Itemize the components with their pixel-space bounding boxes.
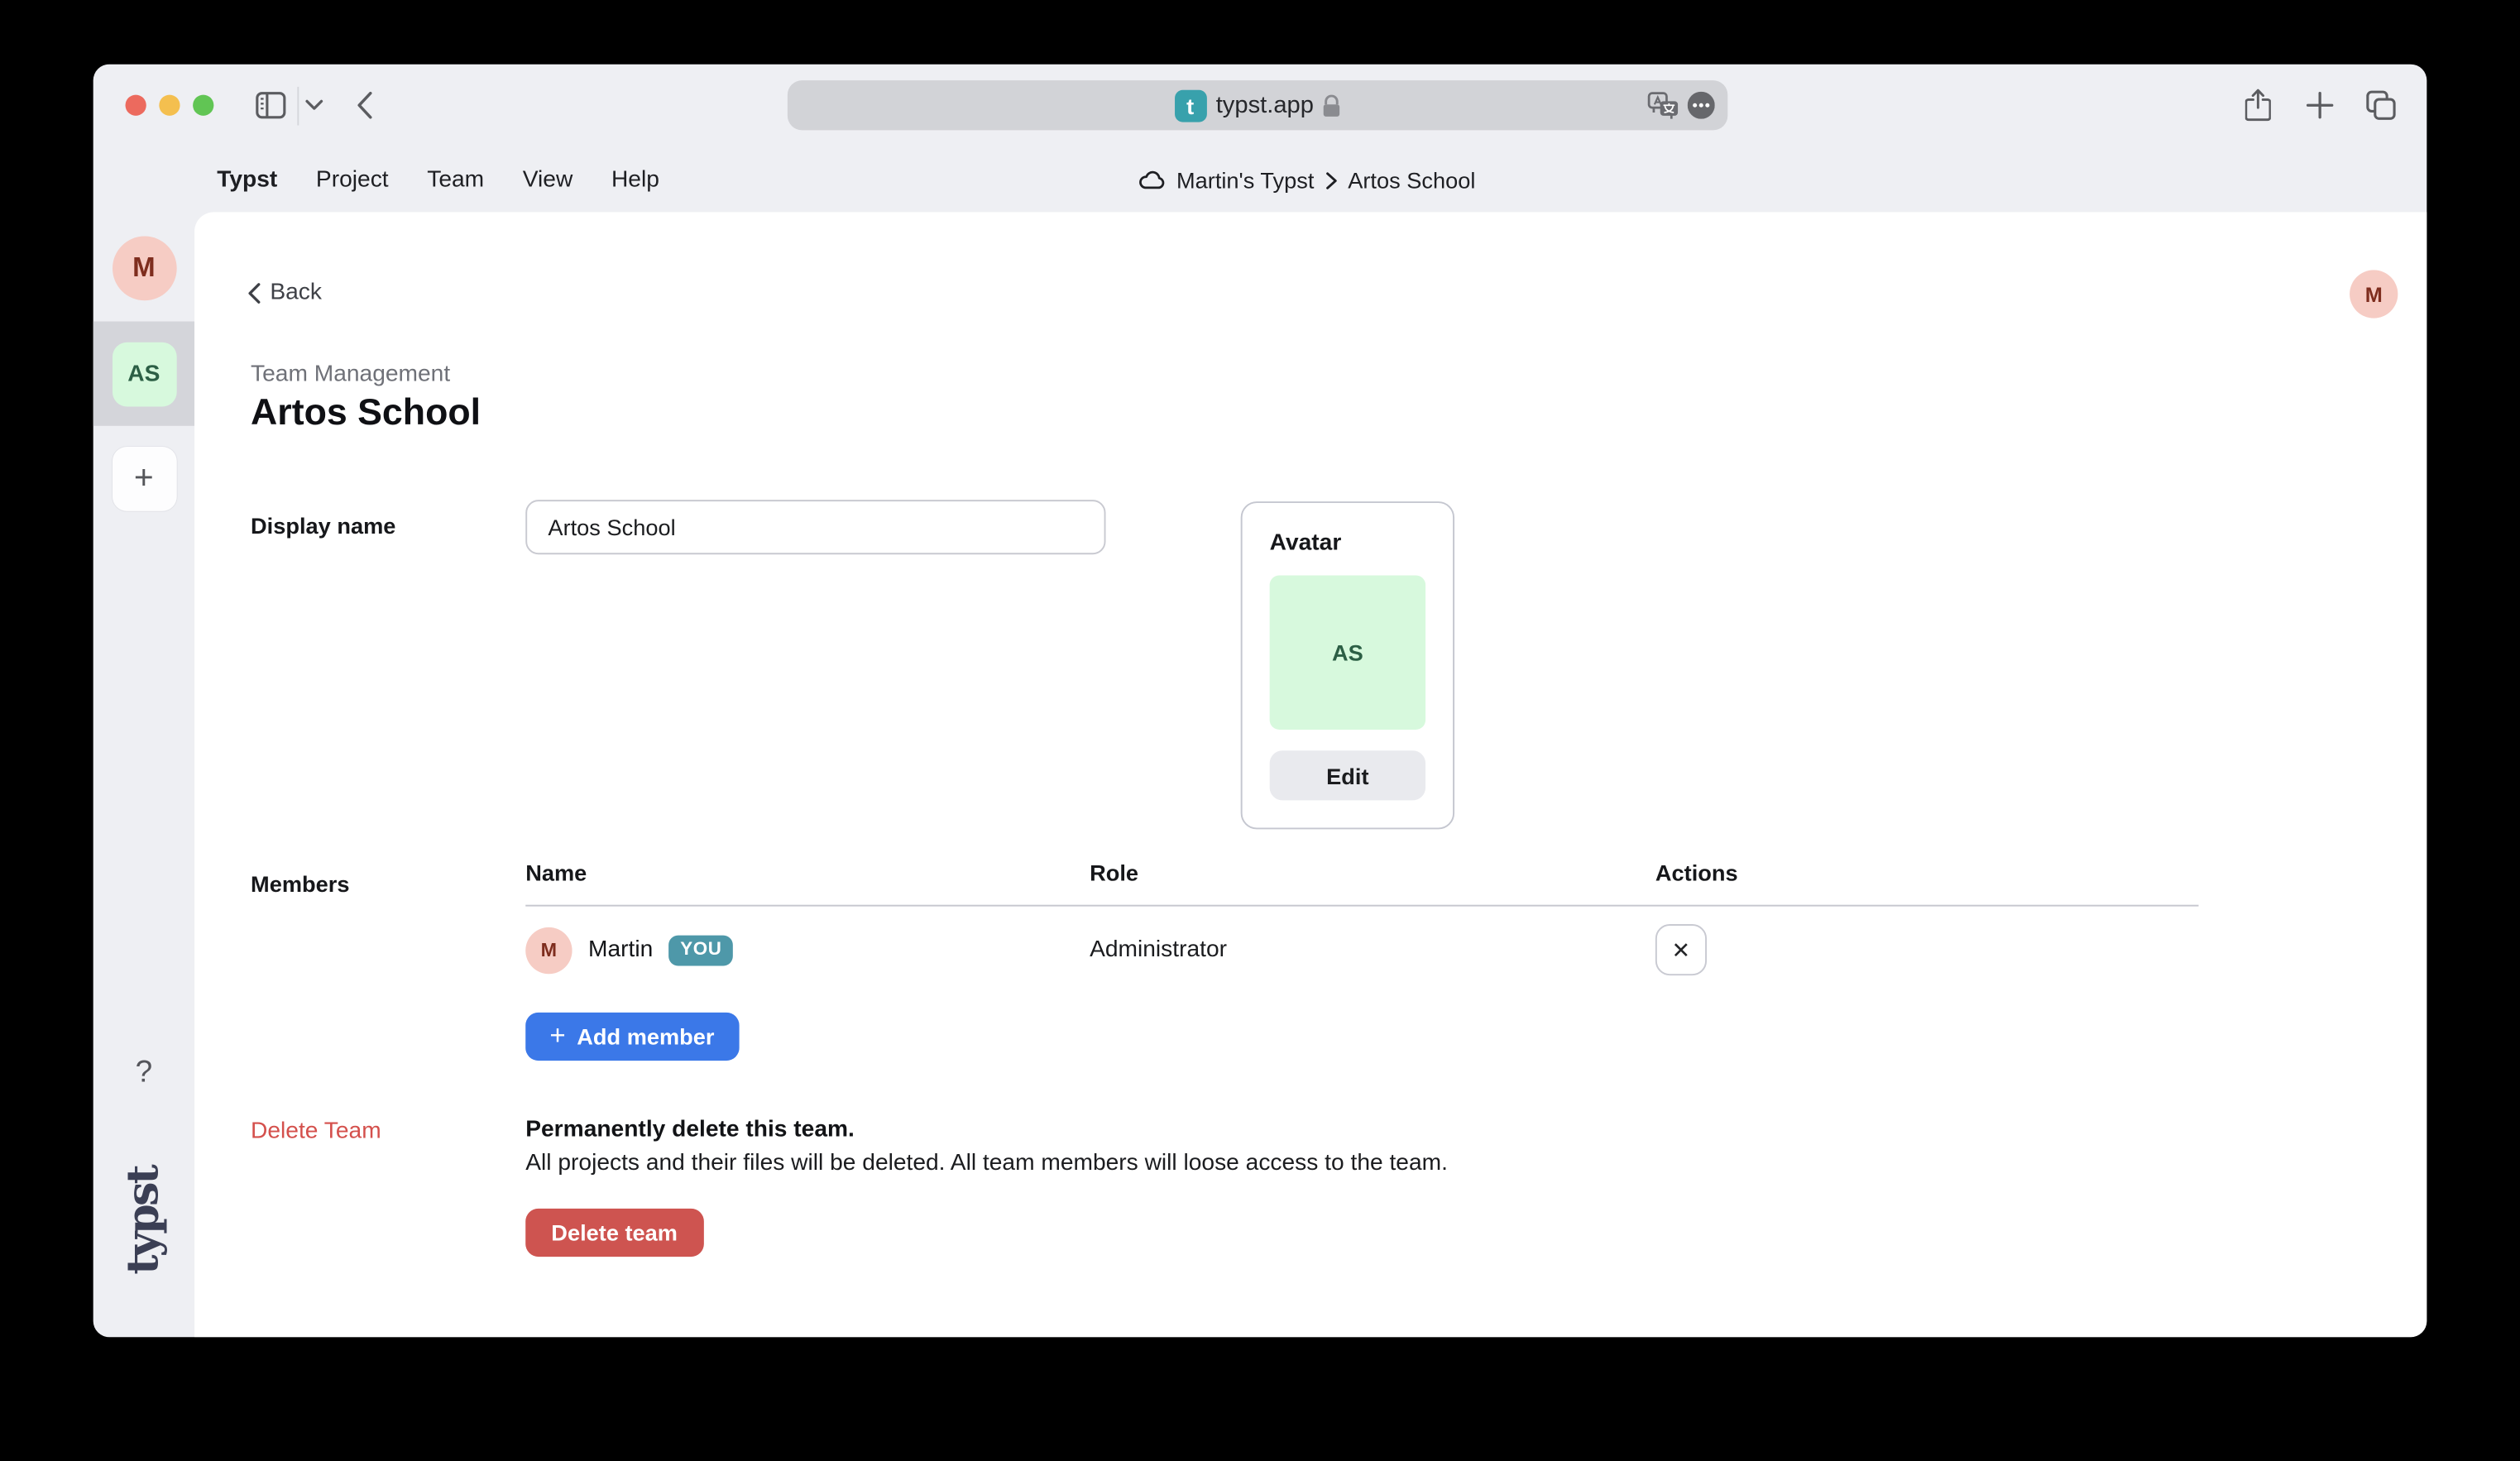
cloud-icon — [1138, 170, 1165, 189]
delete-team-button[interactable]: Delete team — [525, 1209, 703, 1257]
minimize-window-button[interactable] — [158, 94, 179, 115]
toolbar-divider — [297, 87, 299, 126]
content-area: M AS + ? typst M — [93, 212, 2427, 1337]
add-team-button[interactable]: + — [112, 447, 176, 511]
page-settings-icon[interactable] — [1688, 92, 1715, 119]
member-avatar: M — [525, 927, 572, 973]
team-avatar-preview: AS — [1270, 575, 1425, 729]
breadcrumb-chevron-icon — [1325, 171, 1337, 189]
close-window-button[interactable] — [125, 94, 146, 115]
sidebar-selected-band: AS — [93, 322, 194, 426]
breadcrumb: Martin's Typst Artos School — [1138, 148, 1475, 213]
members-table-header: Name Role Actions — [525, 860, 2198, 893]
display-name-input[interactable] — [525, 500, 1105, 554]
member-role: Administrator — [1090, 937, 1655, 963]
column-header-actions: Actions — [1655, 860, 2199, 893]
delete-team-description: All projects and their files will be del… — [525, 1151, 1448, 1176]
menu-help[interactable]: Help — [611, 167, 659, 193]
breadcrumb-workspace[interactable]: Martin's Typst — [1176, 167, 1314, 193]
site-favicon: t — [1174, 89, 1206, 122]
section-eyebrow: Team Management — [251, 362, 450, 387]
breadcrumb-page: Artos School — [1348, 167, 1475, 193]
new-tab-icon[interactable] — [2307, 92, 2334, 119]
page-title: Artos School — [251, 390, 481, 434]
avatar-card-label: Avatar — [1270, 530, 1425, 556]
column-header-role: Role — [1090, 860, 1655, 893]
chevron-down-icon[interactable] — [305, 99, 323, 111]
app-menubar: Typst Project Team View Help Martin's Ty… — [93, 148, 2427, 213]
screen: t typst.app — [0, 0, 2520, 1461]
menu-team[interactable]: Team — [427, 167, 484, 193]
menu-project[interactable]: Project — [316, 167, 389, 193]
sidebar-item-team-artos-school[interactable]: AS — [112, 342, 176, 406]
plus-icon: + — [549, 1020, 565, 1052]
back-chevron-icon — [247, 282, 261, 303]
browser-window: t typst.app — [93, 65, 2427, 1338]
translate-icon[interactable] — [1647, 92, 1679, 119]
back-label: Back — [270, 280, 322, 305]
you-badge: YOU — [669, 935, 733, 965]
add-member-button[interactable]: + Add member — [525, 1013, 738, 1061]
url-text: typst.app — [1216, 92, 1314, 119]
back-link[interactable]: Back — [247, 280, 322, 305]
sidebar-toggle-icon[interactable] — [256, 92, 286, 119]
member-name: Martin — [588, 937, 653, 963]
browser-back-icon[interactable] — [357, 92, 372, 119]
tab-overview-icon[interactable] — [2366, 90, 2397, 121]
delete-team-label: Delete Team — [251, 1119, 381, 1144]
lock-icon — [1324, 94, 1341, 117]
zoom-window-button[interactable] — [192, 94, 213, 115]
display-name-label: Display name — [251, 513, 395, 539]
members-label: Members — [251, 871, 349, 897]
browser-titlebar: t typst.app — [93, 65, 2427, 148]
members-table: Name Role Actions M Martin YOU Administr… — [525, 860, 2198, 975]
workspace-sidebar: M AS + ? typst — [93, 212, 194, 1337]
remove-member-button[interactable]: ✕ — [1655, 924, 1707, 975]
menu-view[interactable]: View — [523, 167, 573, 193]
avatar-card: Avatar AS Edit — [1241, 501, 1454, 829]
close-icon: ✕ — [1672, 936, 1691, 964]
url-bar[interactable]: t typst.app — [788, 80, 1727, 130]
user-avatar[interactable]: M — [2350, 270, 2398, 318]
menu-typst[interactable]: Typst — [217, 167, 277, 193]
column-header-name: Name — [525, 860, 1090, 893]
add-member-label: Add member — [577, 1023, 714, 1049]
team-management-panel: M Back Team Management Artos School Disp… — [194, 212, 2427, 1337]
share-icon[interactable] — [2245, 89, 2271, 122]
sidebar-item-workspace-martin[interactable]: M — [112, 237, 176, 301]
table-row: M Martin YOU Administrator ✕ — [525, 924, 2198, 975]
table-divider — [525, 905, 2198, 907]
typst-logo: typst — [117, 1130, 171, 1310]
delete-team-heading: Permanently delete this team. — [525, 1117, 855, 1142]
edit-avatar-button[interactable]: Edit — [1270, 750, 1425, 800]
help-button[interactable]: ? — [136, 1056, 153, 1091]
